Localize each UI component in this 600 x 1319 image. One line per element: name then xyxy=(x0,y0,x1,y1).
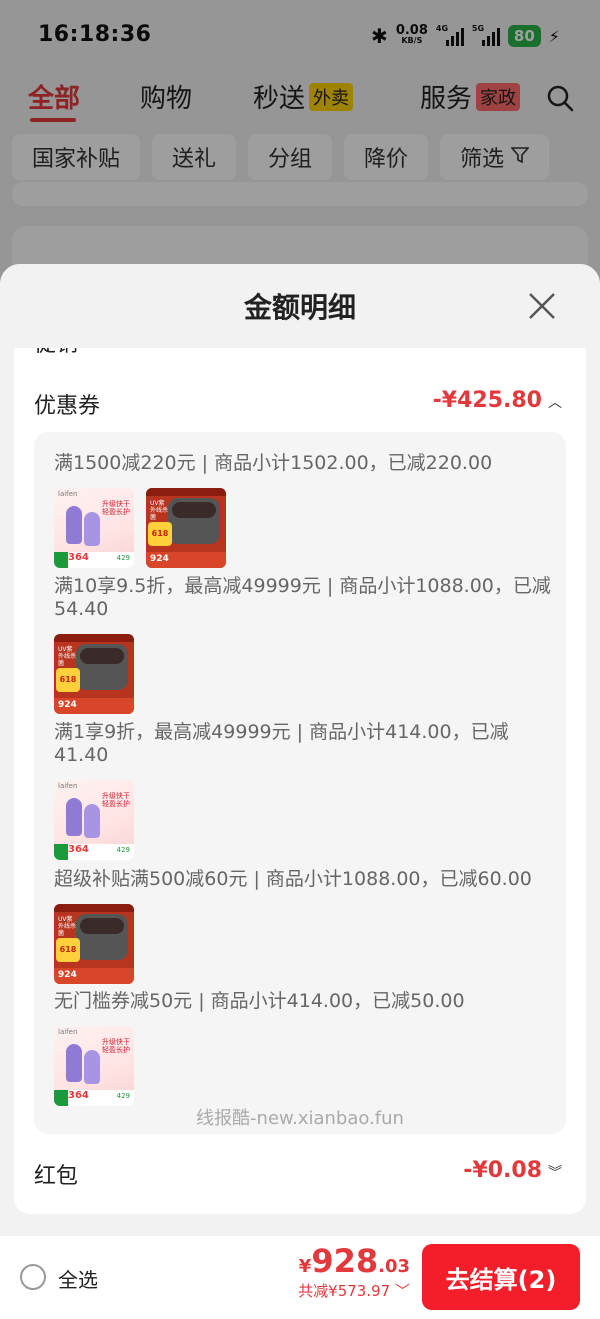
watermark-text: 线报酷-new.xianbao.fun xyxy=(196,1108,404,1129)
checkout-button[interactable]: 去结算(2) xyxy=(422,1244,580,1310)
total-savings[interactable]: 共减¥573.97 ﹀ xyxy=(298,1280,410,1301)
coupon-row[interactable]: 优惠券 -¥425.80 ︿ xyxy=(14,384,586,424)
sheet-title: 金额明细 xyxy=(243,291,356,324)
product-thumb-rice-cooker[interactable]: UV紫外线杀菌 618 924 xyxy=(146,488,226,568)
select-all-checkbox[interactable] xyxy=(20,1264,46,1290)
chevron-down-icon: ﹀ xyxy=(394,1282,410,1300)
product-thumb-hair-dryer[interactable]: laifen 升级快干 轻盈长护 364 429 xyxy=(54,1026,134,1106)
amount-detail-card: 促销 -¥108.80 ︾ 优惠券 -¥425.80 ︿ 满1500减220元 … xyxy=(14,334,586,1214)
coupon-rule-text: 满10享9.5折，最高减49999元 | 商品小计1088.00，已减54.40 xyxy=(54,575,551,620)
close-icon[interactable] xyxy=(524,288,560,324)
chevron-down-icon: ︾ xyxy=(548,1165,562,1181)
amount-detail-sheet: 金额明细 促销 -¥108.80 ︾ 优惠券 -¥425.80 ︿ 满1500减… xyxy=(0,264,600,1236)
coupon-rule-text: 无门槛券减50元 | 商品小计414.00，已减50.00 xyxy=(54,990,465,1012)
coupon-rule-text: 满1享9折，最高减49999元 | 商品小计414.00，已减41.40 xyxy=(54,721,509,766)
sheet-header: 金额明细 xyxy=(0,264,600,348)
coupon-rule-text: 超级补贴满500减60元 | 商品小计1088.00，已减60.00 xyxy=(54,868,532,890)
product-thumb-rice-cooker[interactable]: UV紫外线杀菌 618 924 xyxy=(54,634,134,714)
coupon-rule-text: 满1500减220元 | 商品小计1502.00，已减220.00 xyxy=(54,452,493,474)
checkout-bar: 全选 ¥928.03 共减¥573.97 ﹀ 去结算(2) xyxy=(0,1236,600,1319)
total-price: ¥928.03 共减¥573.97 ﹀ xyxy=(298,1242,410,1301)
select-all-label[interactable]: 全选 xyxy=(58,1264,98,1293)
coupon-detail-box: 满1500减220元 | 商品小计1502.00，已减220.00 laifen… xyxy=(34,432,566,1134)
red-packet-row[interactable]: 红包 -¥0.08 ︾ xyxy=(14,1154,586,1194)
product-thumb-rice-cooker[interactable]: UV紫外线杀菌 618 924 xyxy=(54,904,134,984)
product-thumb-hair-dryer[interactable]: laifen 升级快干 轻盈长护 364 429 xyxy=(54,488,134,568)
product-thumb-hair-dryer[interactable]: laifen 升级快干 轻盈长护 364 429 xyxy=(54,780,134,860)
chevron-up-icon: ︿ xyxy=(548,395,562,411)
